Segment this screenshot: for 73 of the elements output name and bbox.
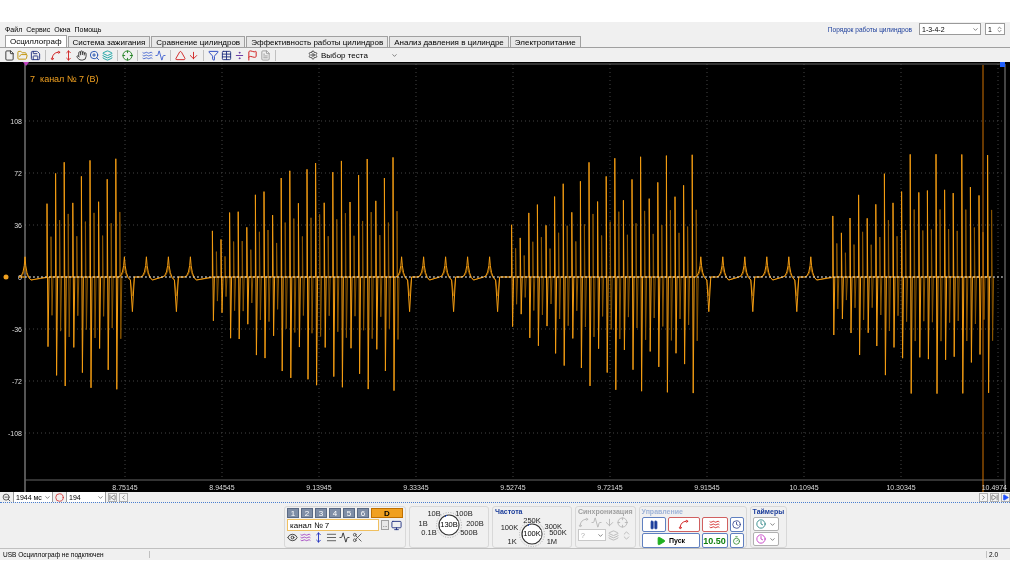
folder-icon [17, 49, 28, 61]
pause-icon [648, 519, 659, 530]
page-icon [260, 49, 271, 61]
sine-button[interactable] [667, 517, 700, 532]
play-icon [1002, 493, 1009, 501]
triangle-icon [175, 49, 186, 61]
tab[interactable]: Осциллограф [5, 35, 67, 47]
first-button[interactable] [108, 492, 117, 502]
hand-icon [76, 49, 87, 61]
caret-icon [97, 493, 104, 501]
clock-icon [732, 520, 742, 529]
layers-icon [102, 49, 113, 61]
right-icon [980, 493, 987, 501]
tab[interactable]: Система зажигания [67, 36, 151, 47]
scissors-icon [352, 532, 363, 543]
vertical-arrows-icon [313, 532, 324, 543]
monitor-icon [391, 519, 402, 531]
run-timer-button[interactable] [729, 533, 744, 548]
channel-field[interactable]: канал № 7 [287, 519, 379, 531]
vertical-arrows-icon [63, 49, 74, 61]
pause-button[interactable] [641, 517, 666, 532]
divide-icon [234, 49, 245, 61]
flag-icon [247, 49, 258, 61]
play-end-button[interactable] [1001, 492, 1010, 502]
skip-back-icon [109, 493, 116, 501]
clock-icon [755, 534, 766, 544]
caret-icon [391, 51, 398, 59]
skip-forward-icon [991, 493, 998, 501]
zoom-icon [89, 49, 100, 61]
caret-icon [44, 493, 51, 501]
caret-icon [972, 25, 979, 33]
lines-icon [326, 532, 337, 543]
next-button[interactable] [979, 492, 988, 502]
curve-icon [50, 49, 61, 61]
timer-dropdown[interactable] [752, 517, 779, 531]
table-icon [221, 49, 232, 61]
filter-icon [208, 49, 219, 61]
eye-icon [287, 532, 298, 543]
play-icon [655, 535, 666, 546]
tab[interactable]: Сравнение цилиндров [151, 36, 246, 47]
spin-arrows-icon [996, 25, 1003, 33]
new-file-icon [4, 49, 15, 61]
save-icon [30, 49, 41, 61]
clock-icon [755, 519, 766, 529]
waves-icon [709, 519, 721, 530]
time-button[interactable]: 10.50 [701, 533, 728, 548]
tab[interactable]: Эффективность работы цилиндров [246, 36, 389, 47]
channel-button[interactable]: D [371, 508, 403, 518]
crosshair-icon [122, 49, 133, 61]
level-marker-icon[interactable] [3, 274, 9, 280]
cursor-line[interactable] [982, 64, 984, 492]
gear-icon [308, 50, 318, 60]
timer-dropdown[interactable] [752, 532, 779, 546]
last-button[interactable] [990, 492, 999, 502]
waves-icon [300, 532, 311, 543]
pulse-icon [155, 49, 166, 61]
channel-label: 7 канал № 7 (В) [30, 74, 99, 84]
waves-icon [142, 49, 153, 61]
arrow-down-icon [188, 49, 199, 61]
test-select[interactable]: Выбор теста [308, 49, 398, 61]
left-icon [120, 493, 127, 501]
wave-button[interactable] [701, 517, 728, 532]
pulse-icon [591, 517, 602, 528]
prev-button[interactable] [119, 492, 128, 502]
caret-icon [597, 531, 604, 539]
tab[interactable]: Анализ давления в цилиндре [389, 36, 509, 47]
zoom-out-icon [2, 492, 11, 502]
corner-marker-icon[interactable] [1000, 62, 1005, 67]
stopwatch-icon [732, 536, 742, 545]
timer-button[interactable] [729, 517, 744, 532]
record-icon [55, 492, 64, 502]
arrows-icon [621, 529, 632, 541]
tab[interactable]: Электропитание [509, 36, 581, 47]
